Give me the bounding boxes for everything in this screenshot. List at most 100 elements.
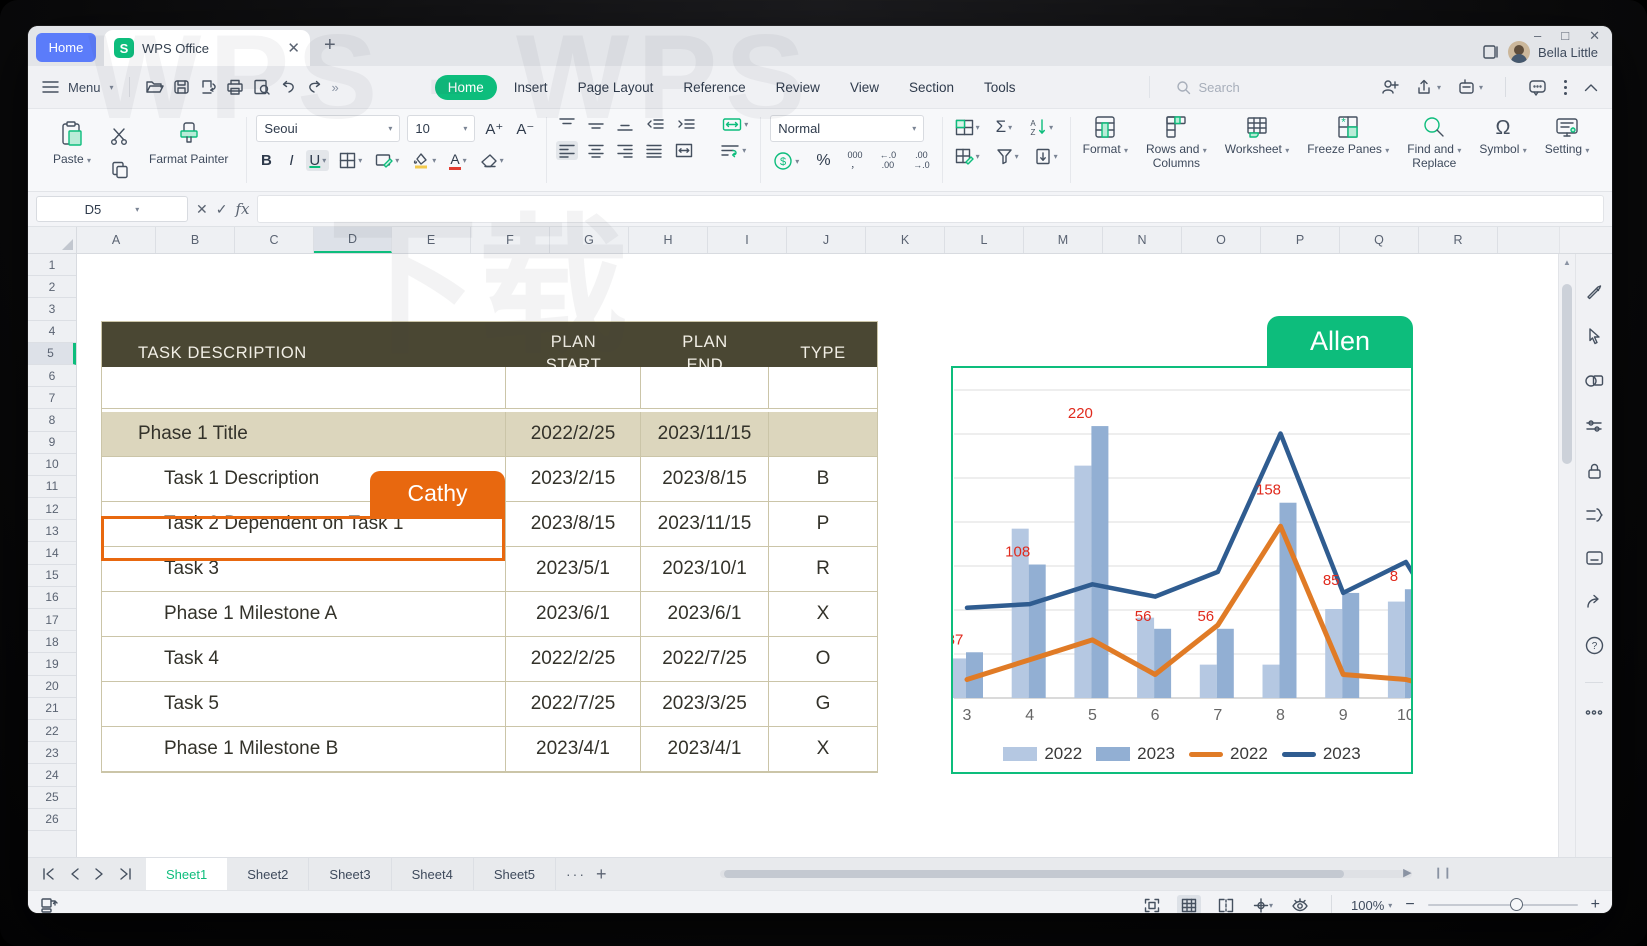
ribbon-button-find-and-replace[interactable]: Find and ▾Replace bbox=[1398, 109, 1470, 191]
cut-icon[interactable] bbox=[110, 127, 130, 145]
ribbon-tab-page-layout[interactable]: Page Layout bbox=[565, 75, 667, 100]
print-preview-icon[interactable] bbox=[253, 79, 271, 95]
document-tab[interactable]: S WPS Office ✕ bbox=[104, 30, 310, 66]
column-header-E[interactable]: E bbox=[392, 227, 471, 253]
lock-icon[interactable] bbox=[1586, 462, 1603, 480]
chart[interactable]: 345678910371082205656158858 202220232022… bbox=[951, 366, 1413, 774]
column-header-R[interactable]: R bbox=[1419, 227, 1498, 253]
align-top-button[interactable] bbox=[556, 115, 578, 134]
search-box[interactable]: Search bbox=[1149, 76, 1240, 98]
confirm-entry-icon[interactable]: ✓ bbox=[216, 201, 228, 218]
column-header-L[interactable]: L bbox=[945, 227, 1024, 253]
select-all-corner[interactable] bbox=[28, 227, 77, 253]
cancel-entry-icon[interactable]: ✕ bbox=[196, 201, 208, 218]
plan-start-cell[interactable]: 2023/6/1 bbox=[506, 592, 641, 637]
vertical-scrollbar[interactable]: ▲ bbox=[1558, 254, 1575, 857]
plan-end-cell[interactable]: 2023/11/15 bbox=[641, 502, 769, 547]
copy-icon[interactable] bbox=[110, 161, 130, 179]
undo-icon[interactable] bbox=[280, 80, 297, 95]
ribbon-tab-review[interactable]: Review bbox=[763, 75, 833, 100]
increase-indent-button[interactable] bbox=[674, 115, 698, 134]
row-header-1[interactable]: 1 bbox=[28, 254, 76, 276]
sheet-tab-sheet5[interactable]: Sheet5 bbox=[474, 858, 556, 890]
column-header-F[interactable]: F bbox=[471, 227, 550, 253]
ribbon-tab-view[interactable]: View bbox=[837, 75, 892, 100]
close-tab-icon[interactable]: ✕ bbox=[287, 41, 300, 56]
sheet-tab-overflow-icon[interactable]: ··· bbox=[566, 866, 586, 882]
plan-end-cell[interactable]: 2023/6/1 bbox=[641, 592, 769, 637]
row-header-14[interactable]: 14 bbox=[28, 542, 76, 564]
underline-button[interactable]: U▾ bbox=[306, 150, 329, 171]
zoom-out-button[interactable]: − bbox=[1405, 896, 1414, 913]
plan-end-cell[interactable]: 2023/10/1 bbox=[641, 547, 769, 592]
shrink-font-button[interactable]: A⁻ bbox=[513, 118, 537, 140]
increase-decimal-button[interactable]: ←.0.00 bbox=[877, 149, 900, 173]
zoom-slider[interactable] bbox=[1428, 904, 1578, 906]
column-header-P[interactable]: P bbox=[1261, 227, 1340, 253]
plan-start-cell[interactable]: 2023/8/15 bbox=[506, 502, 641, 547]
open-file-icon[interactable] bbox=[145, 79, 164, 95]
row-header-2[interactable]: 2 bbox=[28, 276, 76, 298]
user-avatar[interactable] bbox=[1508, 41, 1530, 63]
column-header-C[interactable]: C bbox=[235, 227, 314, 253]
conditional-format-button[interactable]: ▾ bbox=[952, 146, 983, 167]
type-cell[interactable]: X bbox=[769, 727, 877, 772]
row-header-13[interactable]: 13 bbox=[28, 520, 76, 542]
last-sheet-icon[interactable] bbox=[118, 868, 132, 880]
home-tab-button[interactable]: Home bbox=[36, 33, 96, 62]
column-header-Q[interactable]: Q bbox=[1340, 227, 1419, 253]
justify-button[interactable] bbox=[643, 141, 665, 160]
more-tools-icon[interactable]: » bbox=[332, 80, 339, 95]
plan-start-cell[interactable]: 2023/4/1 bbox=[506, 727, 641, 772]
column-header-I[interactable]: I bbox=[708, 227, 787, 253]
font-name-select[interactable]: Seoui▾ bbox=[256, 115, 400, 142]
cell-name-box[interactable]: D5 ▾ bbox=[36, 196, 188, 222]
currency-format-button[interactable]: $▾ bbox=[770, 149, 802, 173]
more-options-icon[interactable] bbox=[1585, 710, 1603, 715]
font-size-select[interactable]: 10▾ bbox=[407, 115, 475, 142]
merge-cells-button[interactable]: ▾ bbox=[719, 115, 751, 134]
row-header-21[interactable]: 21 bbox=[28, 698, 76, 720]
align-middle-button[interactable] bbox=[585, 115, 607, 134]
formula-input[interactable] bbox=[257, 195, 1604, 223]
sheet-tab-sheet1[interactable]: Sheet1 bbox=[146, 858, 227, 890]
first-sheet-icon[interactable] bbox=[42, 868, 56, 880]
row-header-3[interactable]: 3 bbox=[28, 298, 76, 320]
align-left-button[interactable] bbox=[556, 141, 578, 160]
italic-button[interactable]: I bbox=[283, 150, 299, 171]
add-collaborator-icon[interactable] bbox=[1381, 79, 1400, 95]
task-description-cell[interactable]: Phase 1 Milestone A bbox=[102, 592, 506, 637]
row-header-24[interactable]: 24 bbox=[28, 764, 76, 786]
row-header-15[interactable]: 15 bbox=[28, 565, 76, 587]
ribbon-button-format[interactable]: Format ▾ bbox=[1074, 109, 1137, 191]
column-header-K[interactable]: K bbox=[866, 227, 945, 253]
kebab-menu-icon[interactable] bbox=[1563, 79, 1568, 96]
split-handle-icon[interactable]: ❙❙ bbox=[1434, 866, 1452, 879]
type-cell[interactable]: R bbox=[769, 547, 877, 592]
row-header-9[interactable]: 9 bbox=[28, 432, 76, 454]
type-cell[interactable]: X bbox=[769, 592, 877, 637]
redo-icon[interactable] bbox=[306, 80, 323, 95]
autosum-button[interactable]: Σ▾ bbox=[993, 115, 1016, 139]
align-bottom-button[interactable] bbox=[614, 115, 636, 134]
page-layout-view-icon[interactable]: ▾ bbox=[1251, 895, 1275, 913]
plan-start-cell[interactable]: 2022/7/25 bbox=[506, 682, 641, 727]
print-icon[interactable] bbox=[226, 79, 244, 95]
collapse-ribbon-icon[interactable] bbox=[1584, 83, 1598, 92]
row-header-16[interactable]: 16 bbox=[28, 587, 76, 609]
ribbon-button-freeze-panes[interactable]: *Freeze Panes ▾ bbox=[1298, 109, 1398, 191]
type-cell[interactable]: G bbox=[769, 682, 877, 727]
plan-start-cell[interactable]: 2023/2/15 bbox=[506, 457, 641, 502]
status-box-icon[interactable] bbox=[1585, 550, 1604, 566]
zoom-in-button[interactable]: + bbox=[1591, 896, 1600, 913]
row-header-4[interactable]: 4 bbox=[28, 321, 76, 343]
column-header-O[interactable]: O bbox=[1182, 227, 1261, 253]
hamburger-menu-icon[interactable] bbox=[42, 80, 59, 94]
row-header-20[interactable]: 20 bbox=[28, 676, 76, 698]
row-header-5[interactable]: 5 bbox=[28, 343, 76, 365]
merge-center-button[interactable]: ▾ bbox=[952, 117, 983, 138]
plan-end-cell[interactable]: 2023/4/1 bbox=[641, 727, 769, 772]
sheet-canvas[interactable]: TASK DESCRIPTIONPLANSTARTPLANENDTYPEPhas… bbox=[77, 254, 1558, 857]
ribbon-button-setting[interactable]: Setting ▾ bbox=[1536, 109, 1599, 191]
zoom-slider-knob[interactable] bbox=[1510, 898, 1523, 911]
